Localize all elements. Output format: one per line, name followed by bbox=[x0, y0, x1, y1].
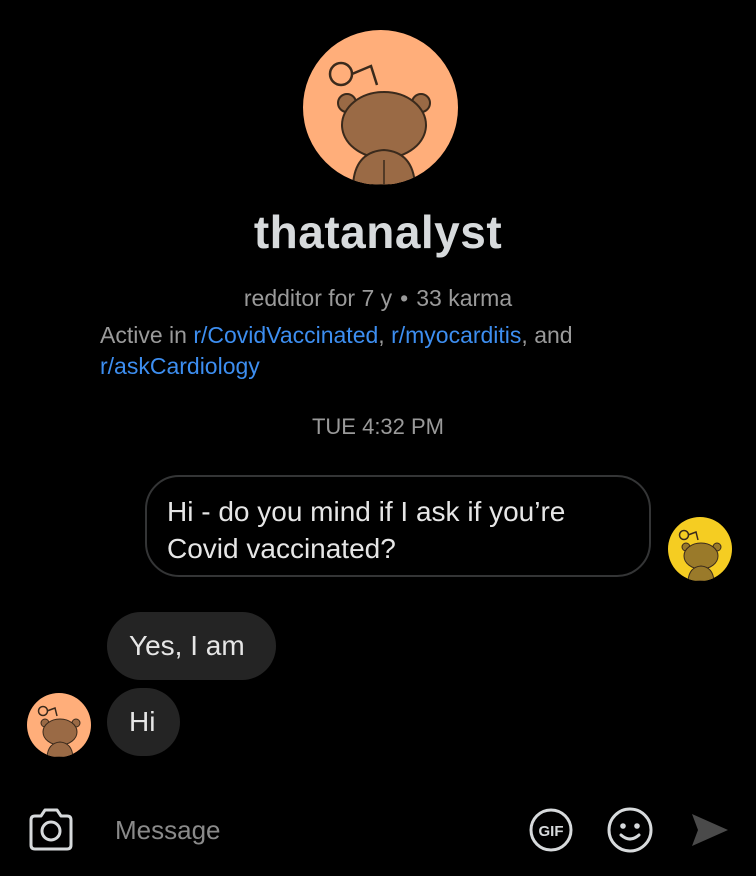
gif-button[interactable]: GIF bbox=[527, 806, 575, 854]
gif-icon: GIF bbox=[529, 808, 573, 852]
karma-count: 33 karma bbox=[416, 285, 513, 311]
sent-message-bubble[interactable]: Hi - do you mind if I ask if you’re Covi… bbox=[145, 475, 651, 577]
camera-icon bbox=[29, 808, 73, 851]
gif-label: GIF bbox=[539, 823, 564, 840]
comma-separator: , bbox=[378, 322, 392, 348]
received-message-bubble[interactable]: Yes, I am bbox=[107, 612, 276, 680]
camera-button[interactable] bbox=[27, 807, 75, 853]
emoji-button[interactable] bbox=[604, 804, 656, 856]
received-message-bubble[interactable]: Hi bbox=[107, 688, 180, 756]
message-input[interactable] bbox=[115, 808, 505, 852]
and-text: , and bbox=[521, 322, 573, 348]
snoo-avatar-icon bbox=[328, 61, 431, 185]
snoo-avatar-icon bbox=[37, 705, 81, 757]
community-link-covidvaccinated[interactable]: r/CovidVaccinated bbox=[193, 322, 378, 348]
active-communities: Active in r/CovidVaccinated, r/myocardit… bbox=[100, 320, 700, 382]
emoji-icon bbox=[607, 807, 653, 853]
sender-avatar[interactable] bbox=[27, 693, 91, 757]
active-prefix: Active in bbox=[100, 322, 194, 348]
message-timestamp: TUE 4:32 PM bbox=[311, 414, 445, 439]
profile-avatar[interactable] bbox=[303, 30, 458, 185]
profile-username: thatanalyst bbox=[253, 206, 503, 258]
community-link-myocarditis[interactable]: r/myocarditis bbox=[391, 322, 521, 348]
snoo-avatar-icon bbox=[678, 529, 722, 581]
account-age: redditor for 7 y bbox=[243, 285, 393, 311]
send-icon bbox=[692, 814, 728, 846]
community-link-askcardiology[interactable]: r/askCardiology bbox=[100, 353, 260, 379]
my-avatar[interactable] bbox=[668, 517, 732, 581]
separator-dot: • bbox=[400, 285, 409, 311]
profile-meta: redditor for 7 y • 33 karma bbox=[0, 285, 756, 312]
send-button[interactable] bbox=[688, 808, 732, 852]
